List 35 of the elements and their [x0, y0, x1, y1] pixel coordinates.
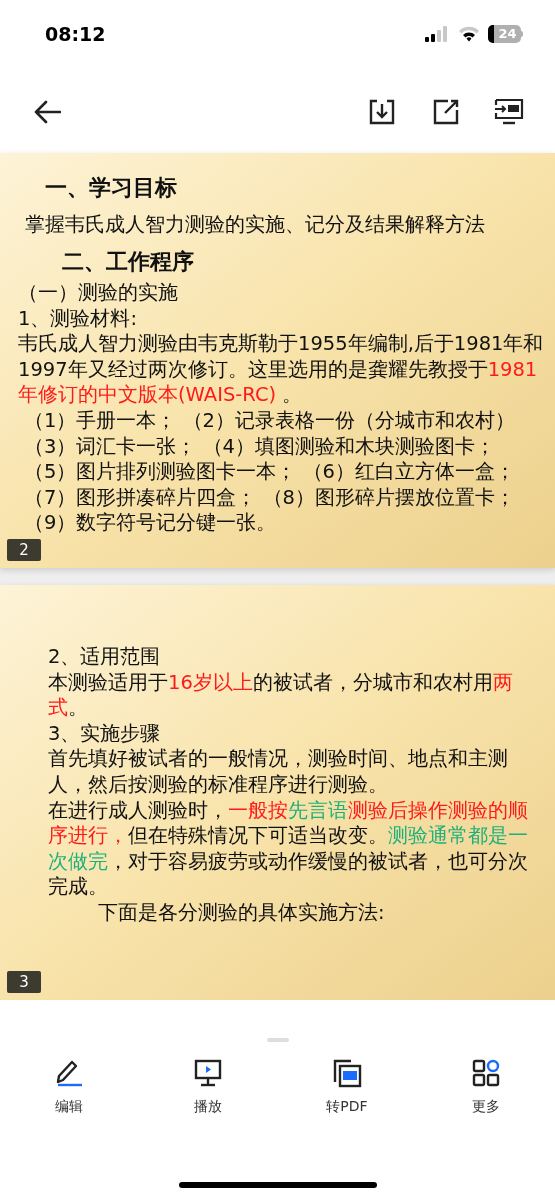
slide-heading: 二、工作程序: [61, 248, 195, 276]
page-number: 2: [7, 539, 41, 561]
pencil-icon: [54, 1058, 85, 1088]
signal-icon: [424, 26, 450, 42]
share-icon: [432, 97, 460, 126]
slide-text: 3、实施步骤: [48, 720, 162, 747]
wifi-icon: [458, 26, 480, 42]
page-number: 3: [7, 971, 41, 993]
slide-text: 韦氏成人智力测验由韦克斯勒于1955年编制,后于1981年和 1997年又经过两次修订。这里选用的是龚耀先教授于1981年修订的中文版本(WAIS-RC) 。: [18, 331, 545, 408]
slide-text: 1、测验材料:: [18, 305, 138, 332]
slide-text: 下面是各分测验的具体实施方法:: [97, 899, 386, 926]
slide-text: （一）测验的实施: [18, 280, 179, 306]
slide-text: （1）手册一本； （2）记录表格一份（分城市和农村）: [23, 407, 516, 434]
battery-icon: 24: [488, 25, 523, 43]
toolbar-action[interactable]: 更多: [416, 1058, 555, 1117]
back-arrow-icon: [33, 99, 61, 124]
download-icon: [368, 97, 396, 126]
slide-text: 本测验适用于16岁以上的被试者，分城市和农村用两式。: [48, 669, 514, 721]
slide-text: （5）图片排列测验图卡一本； （6）红白立方体一盒；: [23, 459, 516, 485]
slide-text: （3）词汇卡一张； （4）填图测验和木块测验图卡；: [23, 433, 496, 460]
slide-text: 掌握韦氏成人智力测验的实施、记分及结果解释方法: [24, 212, 486, 238]
slide-text: 首先填好被试者的一般情况，测验时间、地点和主测人，然后按测验的标准程序进行测验。: [48, 746, 509, 798]
slide-text: （7）图形拼凑碎片四盒； （8）图形碎片摆放位置卡；: [23, 484, 516, 511]
toolbar-action[interactable]: 编辑: [0, 1058, 139, 1117]
status-time: 08:12: [45, 21, 106, 47]
slide-text: 在进行成人测验时，一般按先言语测验后操作测验的顺序进行，但在特殊情况下可适当改变。测验通常都是一次做完，对于容易疲劳或动作缓慢的被试者，也可分次完成。: [48, 797, 529, 900]
slide-text: （9）数字符号记分键一张。: [23, 510, 278, 536]
monitor-arrow-icon: [494, 97, 524, 126]
slide-text: 2、适用范围: [48, 644, 162, 670]
projector-play-icon: [193, 1058, 224, 1088]
grid-icon: [470, 1058, 501, 1088]
slide-heading: 一、学习目标: [44, 174, 178, 202]
toolbar-action[interactable]: 转PDF: [277, 1058, 417, 1117]
pdf-file-icon: [331, 1058, 362, 1088]
toolbar-action[interactable]: 播放: [138, 1058, 278, 1117]
